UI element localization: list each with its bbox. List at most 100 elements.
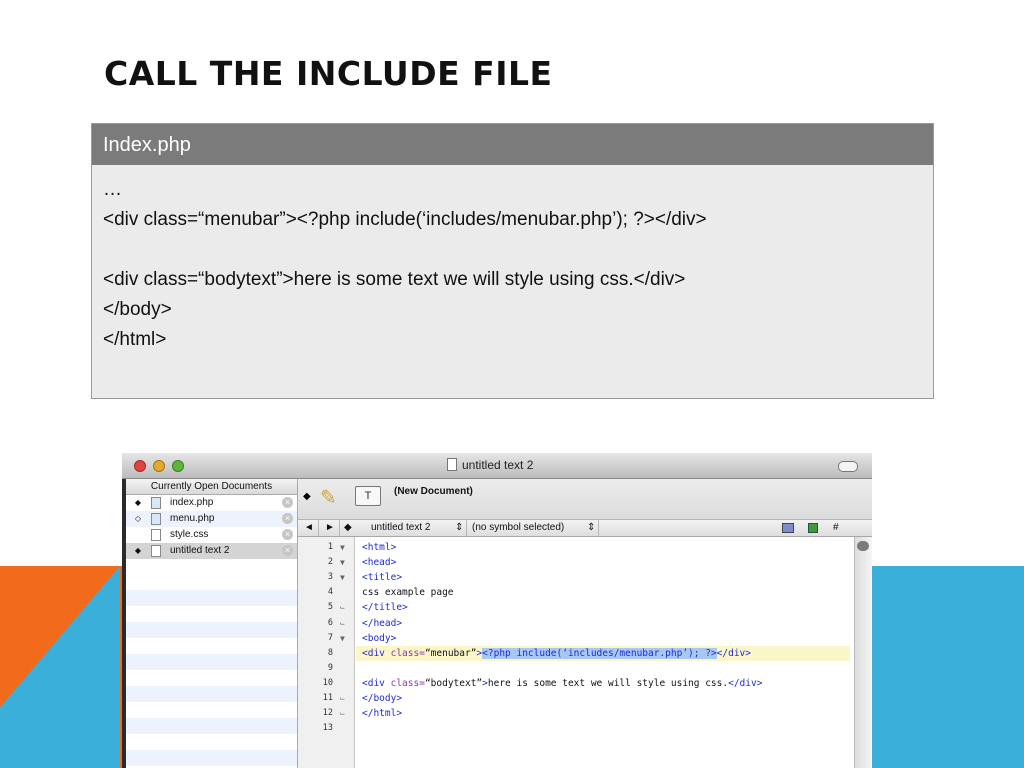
tag-token: > [396,693,403,704]
line-number: 13 [322,723,333,734]
tag-token: <body [362,632,391,644]
modified-bullet-icon: ◆ [134,498,142,507]
symbol-menu-stepper-icon[interactable]: ⇕ [587,520,595,536]
editor-window-screenshot: untitled text 2 Currently Open Documents… [122,453,872,768]
sidebar-item-untitled-text-2[interactable]: ◆ untitled text 2 × [126,543,297,559]
code-line: <div class=“bodytext”>here is some text … [103,269,686,290]
tag-token: > [756,677,763,689]
line-number: 7 [327,632,333,643]
bookmarks-icon[interactable] [782,523,794,533]
fold-triangle-icon[interactable]: ▼ [340,570,345,585]
code-line: </body> [103,299,172,320]
close-document-icon[interactable]: × [282,545,293,556]
sidebar-item-label: style.css [170,529,209,540]
modified-bullet-icon: ◆ [134,546,142,555]
line-source: <head> [362,555,396,570]
line-number: 6 [327,617,333,628]
close-document-icon[interactable]: × [282,497,293,508]
tag-token: <div [362,677,385,689]
editor-line: 11 ⌙ </body> [298,691,872,706]
line-number: 3 [327,572,333,583]
document-menu[interactable]: untitled text 2 [371,520,430,536]
window-title-label: untitled text 2 [462,458,534,472]
function-menu-icon[interactable]: # [833,520,839,536]
line-number: 4 [327,587,333,598]
minimize-window-icon[interactable] [153,460,165,472]
fold-triangle-icon[interactable]: ⌙ [340,691,345,706]
divider [466,520,467,536]
close-window-icon[interactable] [134,460,146,472]
editor-line: 7 ▼ <body> [298,631,872,646]
document-icon [447,458,457,471]
tag-token: </div [728,677,757,689]
pencil-icon[interactable]: ✎ [320,485,337,510]
tag-token: > [390,632,397,644]
line-number: 11 [322,693,333,703]
sidebar-item-style-css[interactable]: style.css × [126,527,297,543]
decor-blue-band [872,566,1024,768]
fold-triangle-icon[interactable]: ⌙ [340,600,345,615]
php-include-token: <?php include(‘includes/menubar.php’); ?… [482,647,717,659]
sidebar-item-label: menu.php [170,513,215,524]
back-arrow-icon[interactable]: ◄ [304,520,314,536]
open-documents-sidebar: Currently Open Documents ◆ index.php × ◇… [126,479,298,768]
php-file-icon [151,513,161,525]
editor-line: 4 css example page [298,585,872,600]
tag-token: <html [362,542,391,553]
text-token: here is some text we will style using cs… [487,677,729,689]
divider [339,520,340,536]
toolbar-toggle-button[interactable] [838,461,858,472]
tag-token: > [390,557,397,569]
code-table: Index.php … <div class=“menubar”><?php i… [91,123,934,399]
fold-triangle-icon[interactable]: ⌙ [340,616,345,631]
tag-token: > [396,708,403,720]
tag-token: <head [362,557,391,569]
line-number: 1 [327,542,333,552]
text-options-icon[interactable]: T [355,486,381,506]
sidebar-empty-area [126,574,297,768]
window-titlebar: untitled text 2 [122,453,872,479]
line-number: 5 [327,602,333,613]
symbol-menu[interactable]: (no symbol selected) [472,520,564,536]
line-number: 2 [327,557,333,568]
open-bullet-icon: ◇ [134,514,142,523]
modified-indicator-icon: ◆ [303,491,311,502]
string-token: “bodytext” [424,677,483,689]
sidebar-item-label: index.php [170,497,214,508]
editor-line: 1 ▼ <html> [298,540,872,555]
document-menu-stepper-icon[interactable]: ⇕ [455,520,463,536]
tag-token: </title [362,602,403,614]
close-document-icon[interactable]: × [282,513,293,524]
sidebar-item-index-php[interactable]: ◆ index.php × [126,495,297,511]
zoom-window-icon[interactable] [172,460,184,472]
code-line: <div class=“menubar”><?php include(‘incl… [103,209,707,230]
tag-token: > [402,602,408,614]
editor-line: 2 ▼ <head> [298,555,872,570]
included-files-icon[interactable] [808,523,818,533]
tag-token: </head [362,617,397,629]
string-token: “menubar” [424,647,477,659]
code-line: … [103,179,122,200]
editor-line: 13 [298,721,872,736]
line-number: 10 [322,677,333,688]
line-source: </html> [362,706,402,721]
line-source: <div class=“bodytext” > here is some text … [362,676,762,691]
fold-triangle-icon[interactable]: ⌙ [340,706,345,721]
sidebar-item-label: untitled text 2 [170,545,230,556]
fold-triangle-icon[interactable]: ▼ [340,631,345,646]
fold-triangle-icon[interactable]: ▼ [340,555,345,570]
line-number: 12 [322,708,333,719]
editor-line: 8 <div class=“menubar” > <?php include(‘inc… [298,645,872,661]
close-document-icon[interactable]: × [282,529,293,540]
code-line: </html> [103,329,167,350]
line-source: </head> [362,616,402,631]
fold-triangle-icon[interactable]: ▼ [340,540,345,555]
sidebar-item-menu-php[interactable]: ◇ menu.php × [126,511,297,527]
tag-token: <div [362,647,385,659]
forward-arrow-icon[interactable]: ► [325,520,335,536]
line-number: 8 [327,647,333,658]
css-file-icon [151,529,161,541]
tag-token: > [390,542,397,553]
tag-token: </body [362,693,397,704]
